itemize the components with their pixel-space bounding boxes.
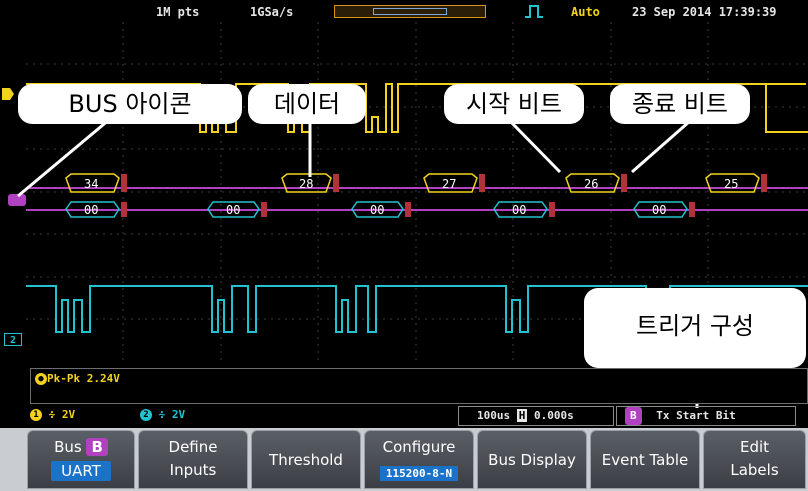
configure-label: Configure <box>382 438 456 456</box>
delay-value: 0.000s <box>534 409 574 422</box>
trigger-info: Tx Start Bit <box>656 409 736 422</box>
date-time: 23 Sep 2014 17:39:39 <box>632 5 777 19</box>
configure-value: 115200-8-N <box>379 466 459 481</box>
define-line1: Define <box>168 438 218 456</box>
ch1-scale: 2V <box>61 408 76 421</box>
bus-marker-icon[interactable] <box>8 194 26 206</box>
callout-start-bit: 시작 비트 <box>444 84 584 124</box>
bus-button[interactable]: Bus B UART <box>27 430 135 489</box>
trigger-mode: Auto <box>571 5 600 19</box>
edit-line2: Labels <box>730 461 779 479</box>
measurement-pkpk: ● Pk-Pk 2.24V <box>35 372 120 385</box>
ch1-status[interactable]: 1 ∻ 2V <box>30 406 148 426</box>
callout-data: 데이터 <box>248 84 366 124</box>
bus-type-value: UART <box>51 461 111 481</box>
define-inputs-button[interactable]: Define Inputs <box>138 430 248 489</box>
edit-labels-button[interactable]: Edit Labels <box>703 430 806 489</box>
decoded-value: 00 <box>84 203 99 217</box>
ch2-level-marker[interactable]: 2 <box>4 333 22 346</box>
memory-view-window <box>373 8 447 15</box>
event-table-button[interactable]: Event Table <box>590 430 700 489</box>
decoded-value: 00 <box>226 203 241 217</box>
decoded-value: 00 <box>652 203 667 217</box>
ch1-level-marker[interactable] <box>2 88 16 100</box>
decoded-value: 27 <box>442 177 457 191</box>
decoded-value: 28 <box>299 177 314 191</box>
measurement-panel: ● Pk-Pk 2.24V <box>30 368 808 404</box>
ch2-status[interactable]: 2 ∻ 2V <box>140 406 258 426</box>
record-length: 1M pts <box>156 5 200 19</box>
callout-trigger-config: 트리거 구성 <box>584 288 806 368</box>
sample-rate: 1GSa/s <box>250 5 294 19</box>
threshold-button[interactable]: Threshold <box>251 430 361 489</box>
softkey-bar: Bus B UART Define Inputs Threshold Confi… <box>0 428 808 491</box>
decoded-value: 26 <box>584 177 599 191</box>
decoded-value: 00 <box>370 203 385 217</box>
memory-position-bar[interactable] <box>334 5 486 18</box>
event-table-label: Event Table <box>601 451 689 469</box>
timebase-value: 100us <box>477 409 511 422</box>
define-line2: Inputs <box>169 461 217 479</box>
configure-button[interactable]: Configure 115200-8-N <box>364 430 474 489</box>
bus-b-badge: B <box>625 407 642 425</box>
channel-status-row: 1 ∻ 2V 2 ∻ 2V 100us H 0.000s B Tx Start … <box>26 406 808 426</box>
ch1-badge: 1 <box>30 409 42 421</box>
callout-stop-bit: 종료 비트 <box>610 84 750 124</box>
threshold-label: Threshold <box>269 451 343 469</box>
bus-display-button[interactable]: Bus Display <box>477 430 587 489</box>
trigger-status[interactable]: B Tx Start Bit <box>616 406 796 426</box>
decoded-value: 25 <box>724 177 739 191</box>
ch1-measure-icon: ● <box>35 373 47 385</box>
ch2-coupling-icon: ∻ <box>158 408 172 421</box>
decoded-value: 34 <box>84 177 99 191</box>
trigger-edge-icon <box>524 3 544 22</box>
bus-b-badge: B <box>86 438 108 456</box>
ch2-badge: 2 <box>140 409 152 421</box>
delay-icon: H <box>516 409 528 422</box>
ch2-scale: 2V <box>171 408 186 421</box>
ch1-coupling-icon: ∻ <box>48 408 62 421</box>
callout-bus-icon: BUS 아이콘 <box>18 84 242 124</box>
edit-line1: Edit <box>739 438 770 456</box>
timebase-status[interactable]: 100us H 0.000s <box>458 406 614 426</box>
decoded-value: 00 <box>512 203 527 217</box>
bus-display-label: Bus Display <box>488 451 576 469</box>
top-status-bar: 1M pts 1GSa/s Auto 23 Sep 2014 17:39:39 <box>0 0 808 24</box>
